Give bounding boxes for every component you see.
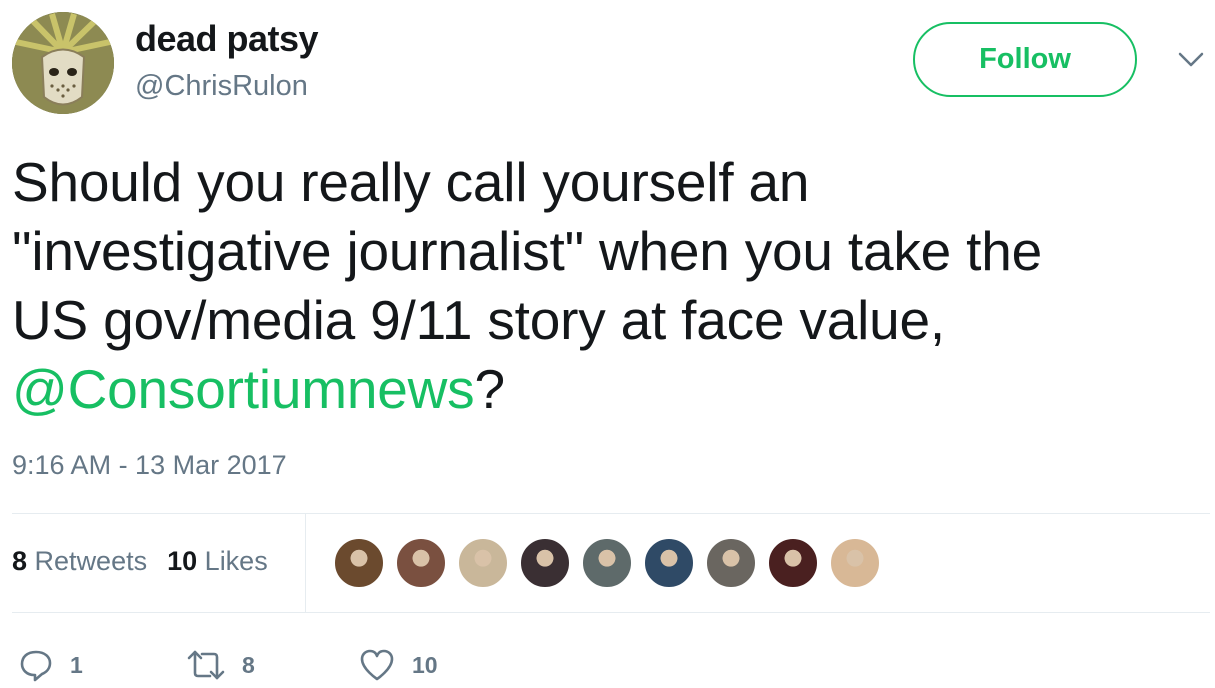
liker-avatar-9[interactable] (829, 537, 881, 589)
liker-avatar-7[interactable] (705, 537, 757, 589)
tweet-text: Should you really call yourself an "inve… (12, 148, 1202, 424)
display-name[interactable]: dead patsy (135, 18, 319, 60)
tweet-text-line-4: @Consortiumnews? (12, 355, 1202, 424)
liker-avatar-2[interactable] (395, 537, 447, 589)
retweet-count: 8 (242, 651, 255, 678)
liker-avatar-8[interactable] (767, 537, 819, 589)
retweets-count: 8 (12, 546, 28, 576)
like-button[interactable]: 10 (358, 645, 438, 685)
reply-button[interactable]: 1 (18, 645, 83, 685)
avatar[interactable] (12, 12, 114, 114)
retweet-icon (187, 650, 225, 680)
tweet-text-line-2: "investigative journalist" when you take… (12, 220, 1042, 282)
liker-avatar-3[interactable] (457, 537, 509, 589)
heart-icon (360, 649, 394, 681)
tweet-stats: 8 Retweets 10 Likes (12, 546, 268, 577)
likes-label: Likes (204, 546, 268, 576)
reply-icon (20, 650, 52, 682)
divider (12, 612, 1210, 613)
retweets-label: Retweets (34, 546, 148, 576)
retweet-button[interactable]: 8 (186, 645, 255, 685)
tweet-text-end: ? (474, 358, 505, 420)
stats-divider (305, 514, 306, 612)
chevron-down-icon[interactable] (1176, 50, 1206, 70)
user-handle[interactable]: @ChrisRulon (135, 70, 308, 103)
timestamp[interactable]: 9:16 AM - 13 Mar 2017 (12, 450, 287, 481)
tweet-text-line-3: US gov/media 9/11 story at face value, (12, 289, 945, 351)
follow-button[interactable]: Follow (913, 22, 1137, 97)
likes-stat[interactable]: 10 Likes (167, 546, 268, 576)
liker-avatar-6[interactable] (643, 537, 695, 589)
tweet-text-line-1: Should you really call yourself an (12, 151, 810, 213)
retweets-stat[interactable]: 8 Retweets (12, 546, 147, 576)
statue-of-liberty-mask-avatar-icon (12, 12, 114, 114)
like-count: 10 (412, 651, 438, 678)
liker-avatar-1[interactable] (333, 537, 385, 589)
mention-link[interactable]: @Consortiumnews (12, 358, 475, 420)
liker-avatar-4[interactable] (519, 537, 571, 589)
reply-count: 1 (70, 651, 83, 678)
liker-avatar-5[interactable] (581, 537, 633, 589)
likes-count: 10 (167, 546, 198, 576)
divider (12, 513, 1210, 514)
